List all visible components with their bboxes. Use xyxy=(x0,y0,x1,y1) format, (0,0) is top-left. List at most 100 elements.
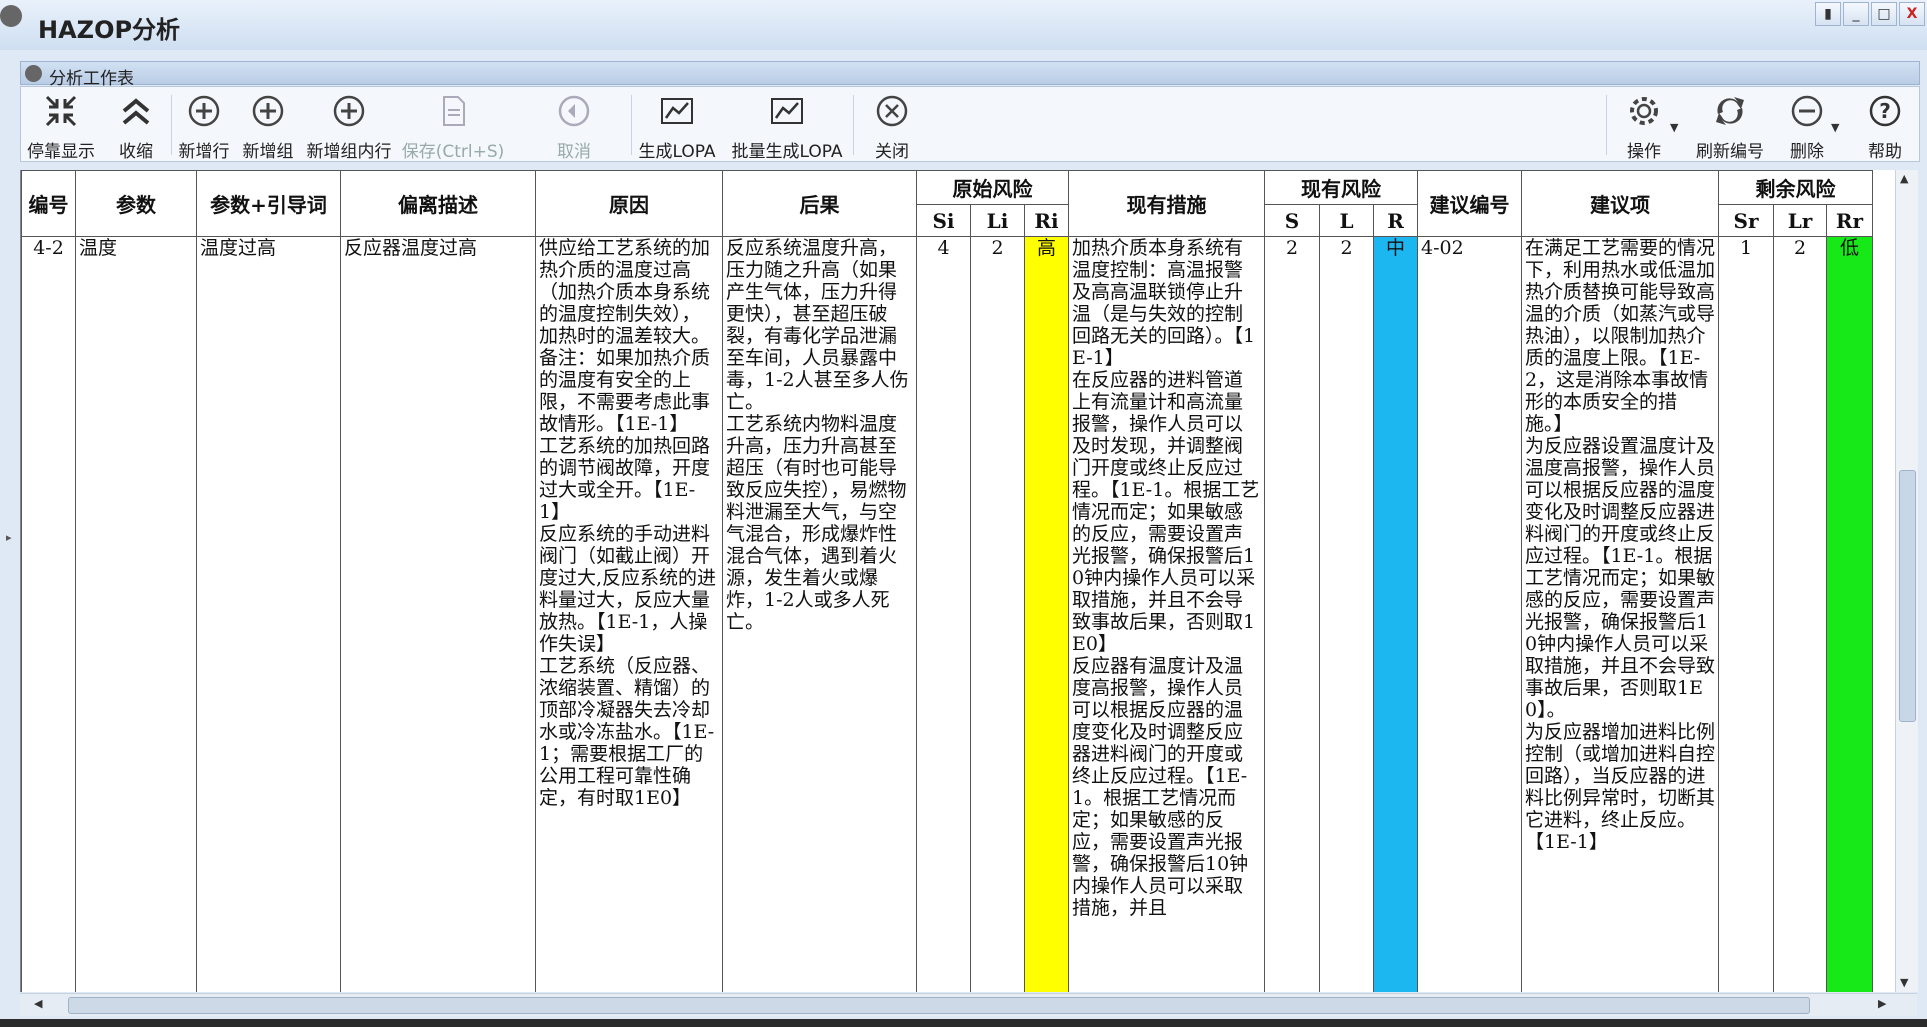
chevron-down-icon[interactable]: ▼ xyxy=(1831,121,1839,134)
header-consequence[interactable]: 后果 xyxy=(722,170,917,237)
dock-icon xyxy=(42,92,80,130)
header-id[interactable]: 编号 xyxy=(21,170,76,237)
cell-l[interactable]: 2 xyxy=(1319,236,1374,992)
cell-param[interactable]: 温度 xyxy=(75,236,197,992)
header-sr[interactable]: Sr xyxy=(1718,204,1774,237)
save-button[interactable]: 保存(Ctrl+S) xyxy=(397,87,509,163)
title-bar: HAZOP分析 ▮ _ □ X xyxy=(0,0,1927,50)
add-in-group-label: 新增组内行 xyxy=(306,142,392,162)
cell-deviation[interactable]: 反应器温度过高 xyxy=(340,236,536,992)
pin-button[interactable]: ▮ xyxy=(1815,2,1841,26)
close-window-button[interactable]: X xyxy=(1899,2,1925,26)
delete-button[interactable]: 删除 xyxy=(1779,87,1835,163)
help-button[interactable]: ? 帮助 xyxy=(1857,87,1913,163)
renumber-label: 刷新编号 xyxy=(1696,142,1764,162)
scroll-left-icon[interactable]: ◀ xyxy=(34,997,42,1010)
cell-param-guide[interactable]: 温度过高 xyxy=(196,236,341,992)
cell-recommendation[interactable]: 在满足工艺需要的情况下，利用热水或低温加热介质替换可能导致高温的介质（如蒸汽或导… xyxy=(1521,236,1719,992)
collapse-icon xyxy=(117,92,155,130)
header-residual-risk[interactable]: 剩余风险 xyxy=(1718,170,1873,205)
header-rec-id[interactable]: 建议编号 xyxy=(1417,170,1522,237)
status-bar xyxy=(0,1019,1927,1027)
cell-li[interactable]: 2 xyxy=(970,236,1025,992)
cell-measures[interactable]: 加热介质本身系统有温度控制：高温报警及高高温联锁停止升温（是与失效的控制回路无关… xyxy=(1068,236,1265,992)
cell-rr[interactable]: 低 xyxy=(1826,236,1873,992)
header-measures[interactable]: 现有措施 xyxy=(1068,170,1265,237)
vertical-scroll-thumb[interactable] xyxy=(1899,470,1916,722)
header-current-risk[interactable]: 现有风险 xyxy=(1264,170,1418,205)
toolbar-divider xyxy=(853,95,854,155)
hazop-table: 编号 参数 参数+引导词 偏离描述 原因 后果 原始风险 现有措施 现有风险 建… xyxy=(21,170,1873,992)
scroll-right-icon[interactable]: ▶ xyxy=(1878,997,1886,1010)
close-panel-button[interactable]: 关闭 xyxy=(861,87,923,163)
table-row[interactable]: 4-2 温度 温度过高 反应器温度过高 供应给工艺系统的加热介质的温度过高（加热… xyxy=(21,236,1873,992)
cell-ri[interactable]: 高 xyxy=(1024,236,1069,992)
horizontal-scroll-thumb[interactable] xyxy=(68,997,1810,1014)
horizontal-scrollbar[interactable]: ◀ ▶ xyxy=(20,993,1917,1016)
generate-lopa-button[interactable]: 生成LOPA xyxy=(633,87,721,163)
operate-menu-button[interactable]: 操作 xyxy=(1616,87,1672,163)
maximize-button[interactable]: □ xyxy=(1871,2,1897,26)
header-deviation[interactable]: 偏离描述 xyxy=(340,170,536,237)
cell-lr[interactable]: 2 xyxy=(1773,236,1827,992)
header-s[interactable]: S xyxy=(1264,204,1320,237)
header-param-guide[interactable]: 参数+引导词 xyxy=(196,170,341,237)
cell-si[interactable]: 4 xyxy=(916,236,971,992)
plus-circle-icon xyxy=(185,92,223,130)
header-param[interactable]: 参数 xyxy=(75,170,197,237)
cancel-label: 取消 xyxy=(557,142,591,162)
close-panel-label: 关闭 xyxy=(875,142,909,162)
cell-cause[interactable]: 供应给工艺系统的加热介质的温度过高（加热介质本身系统的温度控制失效），加热时的温… xyxy=(535,236,723,992)
minimize-button[interactable]: _ xyxy=(1843,2,1869,26)
renumber-button[interactable]: 刷新编号 xyxy=(1687,87,1773,163)
batch-lopa-label: 批量生成LOPA xyxy=(731,142,843,162)
add-in-group-button[interactable]: 新增组内行 xyxy=(303,87,395,163)
scroll-down-icon[interactable]: ▼ xyxy=(1900,976,1908,989)
header-rr[interactable]: Rr xyxy=(1826,204,1873,237)
toolbar-divider xyxy=(631,95,632,155)
cell-sr[interactable]: 1 xyxy=(1718,236,1774,992)
analysis-grid: 编号 参数 参数+引导词 偏离描述 原因 后果 原始风险 现有措施 现有风险 建… xyxy=(20,170,1896,992)
add-row-button[interactable]: 新增行 xyxy=(173,87,235,163)
window-title: HAZOP分析 xyxy=(38,16,181,44)
document-icon xyxy=(434,92,472,130)
cell-consequence[interactable]: 反应系统温度升高，压力随之升高（如果产生气体，压力升得更快），甚至超压破裂，有毒… xyxy=(722,236,917,992)
collapse-label: 收缩 xyxy=(119,142,153,162)
cell-rec-id[interactable]: 4-02 xyxy=(1417,236,1522,992)
cell-r[interactable]: 中 xyxy=(1373,236,1418,992)
header-cause[interactable]: 原因 xyxy=(535,170,723,237)
scroll-up-icon[interactable]: ▲ xyxy=(1900,172,1908,185)
dock-label: 停靠显示 xyxy=(27,142,95,162)
cell-id[interactable]: 4-2 xyxy=(21,236,76,992)
generate-lopa-label: 生成LOPA xyxy=(638,142,716,162)
panel-icon xyxy=(25,65,42,82)
batch-lopa-button[interactable]: 批量生成LOPA xyxy=(725,87,849,163)
chart-icon xyxy=(768,92,806,130)
help-label: 帮助 xyxy=(1868,142,1902,162)
add-row-label: 新增行 xyxy=(178,142,230,162)
header-recommendation[interactable]: 建议项 xyxy=(1521,170,1719,237)
add-group-label: 新增组 xyxy=(242,142,294,162)
dock-button[interactable]: 停靠显示 xyxy=(21,87,101,163)
toolbar-divider xyxy=(171,95,172,155)
chevron-down-icon[interactable]: ▼ xyxy=(1670,121,1678,134)
cancel-button[interactable]: 取消 xyxy=(543,87,605,163)
refresh-icon xyxy=(1711,92,1749,130)
help-icon: ? xyxy=(1866,92,1904,130)
header-lr[interactable]: Lr xyxy=(1773,204,1827,237)
vertical-scrollbar[interactable]: ▲ ▼ xyxy=(1895,170,1918,992)
header-ri[interactable]: Ri xyxy=(1024,204,1069,237)
side-expand-handle[interactable]: ▸ xyxy=(6,531,12,544)
header-li[interactable]: Li xyxy=(970,204,1025,237)
delete-label: 删除 xyxy=(1790,142,1824,162)
header-r[interactable]: R xyxy=(1373,204,1418,237)
panel-header: 分析工作表 xyxy=(20,61,1920,89)
close-circle-icon xyxy=(873,92,911,130)
svg-text:?: ? xyxy=(1879,99,1891,123)
header-si[interactable]: Si xyxy=(916,204,971,237)
add-group-button[interactable]: 新增组 xyxy=(237,87,299,163)
cell-s[interactable]: 2 xyxy=(1264,236,1320,992)
collapse-button[interactable]: 收缩 xyxy=(103,87,169,163)
header-original-risk[interactable]: 原始风险 xyxy=(916,170,1069,205)
header-l[interactable]: L xyxy=(1319,204,1374,237)
